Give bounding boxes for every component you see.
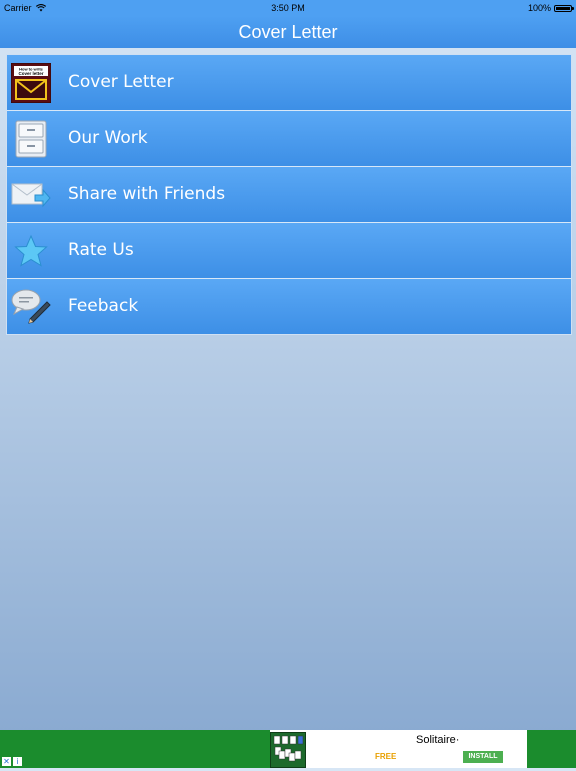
chat-pencil-icon <box>11 287 51 327</box>
battery-icon <box>554 4 574 12</box>
ad-install-button[interactable]: INSTALL <box>463 751 503 763</box>
menu-item-label: Our Work <box>68 128 148 148</box>
menu-item-label: Cover Letter <box>68 72 174 92</box>
battery-status: 100% <box>527 3 574 13</box>
nav-bar: Cover Letter <box>0 16 576 48</box>
ad-info-icon[interactable]: i <box>13 757 22 766</box>
battery-percent: 100% <box>527 3 551 13</box>
ad-price: FREE <box>375 752 397 761</box>
cover-letter-icon-caption-2: Cover letter <box>18 71 43 76</box>
menu-item-feedback[interactable]: Feeback <box>7 279 571 334</box>
menu-item-our-work[interactable]: Our Work <box>7 111 571 167</box>
ad-background-right <box>527 730 576 768</box>
main-menu: How to write Cover letter Cover Letter O… <box>6 54 572 335</box>
star-icon <box>11 231 51 271</box>
ad-background-left <box>0 730 270 768</box>
menu-item-rate-us[interactable]: Rate Us <box>7 223 571 279</box>
ad-banner[interactable]: ✕ i Solitaire· FREE INSTALL <box>0 730 576 768</box>
ad-title[interactable]: Solitaire· <box>416 734 459 746</box>
cover-letter-envelope-icon: How to write Cover letter <box>11 63 51 103</box>
ad-close-icon[interactable]: ✕ <box>2 757 11 766</box>
menu-item-share[interactable]: Share with Friends <box>7 167 571 223</box>
menu-item-label: Feeback <box>68 296 139 316</box>
status-bar: Carrier 3:50 PM 100% <box>0 0 576 16</box>
solitaire-app-icon[interactable] <box>270 732 306 768</box>
share-envelope-icon <box>11 175 51 215</box>
page-title: Cover Letter <box>238 22 338 42</box>
menu-item-cover-letter[interactable]: How to write Cover letter Cover Letter <box>7 55 571 111</box>
menu-item-label: Share with Friends <box>68 184 226 204</box>
menu-item-label: Rate Us <box>68 240 134 260</box>
drawer-cabinet-icon <box>11 119 51 159</box>
ad-controls: ✕ i <box>2 757 22 766</box>
clock: 3:50 PM <box>271 3 305 13</box>
